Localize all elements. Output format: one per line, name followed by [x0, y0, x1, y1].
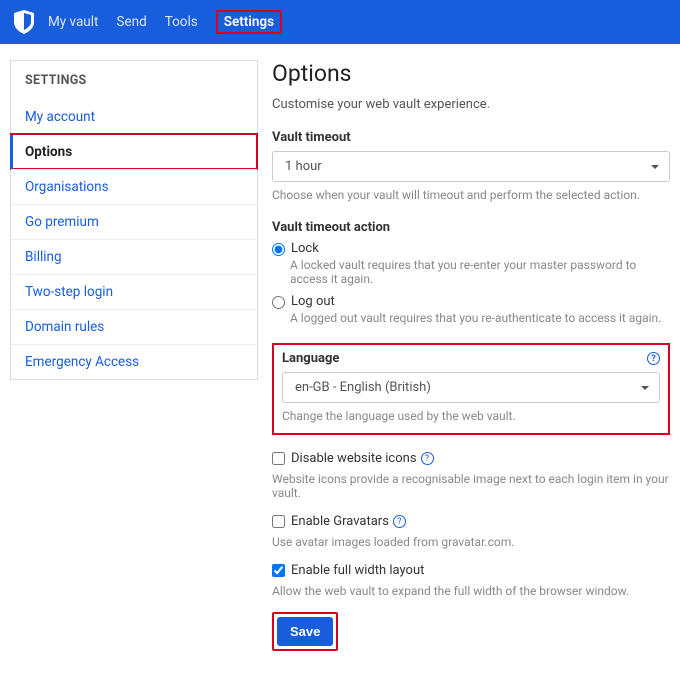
full-width-label: Enable full width layout [291, 563, 424, 578]
language-section: Language ? en-GB - English (British) Cha… [272, 343, 670, 435]
gravatars-checkbox[interactable] [272, 515, 285, 528]
save-highlight: Save [272, 612, 338, 651]
nav-tools[interactable]: Tools [165, 14, 198, 30]
sidebar-item-emergency-access[interactable]: Emergency Access [11, 344, 257, 379]
help-icon[interactable]: ? [647, 352, 660, 365]
vault-timeout-action-label: Vault timeout action [272, 220, 670, 235]
vault-timeout-action-section: Vault timeout action Lock A locked vault… [272, 220, 670, 325]
full-width-help: Allow the web vault to expand the full w… [272, 584, 670, 598]
sidebar-item-options[interactable]: Options [11, 134, 257, 169]
sidebar-list: My account Options Organisations Go prem… [10, 100, 258, 380]
help-icon[interactable]: ? [421, 452, 434, 465]
radio-logout-label: Log out [291, 294, 335, 309]
disable-icons-section: Disable website icons ? Website icons pr… [272, 451, 670, 500]
sidebar-item-my-account[interactable]: My account [11, 100, 257, 134]
language-help: Change the language used by the web vaul… [282, 409, 660, 423]
app-logo [14, 10, 34, 34]
vault-timeout-label: Vault timeout [272, 130, 670, 145]
sidebar-item-domain-rules[interactable]: Domain rules [11, 309, 257, 344]
vault-timeout-section: Vault timeout 1 hour Choose when your va… [272, 130, 670, 202]
nav-settings[interactable]: Settings [216, 10, 282, 34]
save-button[interactable]: Save [277, 617, 333, 646]
radio-lock[interactable] [272, 243, 285, 256]
vault-timeout-help: Choose when your vault will timeout and … [272, 188, 670, 202]
nav-send[interactable]: Send [116, 14, 146, 30]
language-label: Language [282, 351, 339, 366]
page-subtitle: Customise your web vault experience. [272, 97, 670, 112]
sidebar-title: SETTINGS [10, 60, 258, 100]
full-width-checkbox[interactable] [272, 564, 285, 577]
disable-icons-help: Website icons provide a recognisable ima… [272, 472, 670, 500]
radio-lock-help: A locked vault requires that you re-ente… [290, 258, 670, 286]
nav-my-vault[interactable]: My vault [48, 14, 98, 30]
page-title: Options [272, 60, 670, 87]
disable-icons-checkbox[interactable] [272, 452, 285, 465]
disable-icons-label: Disable website icons [291, 451, 417, 466]
help-icon[interactable]: ? [393, 515, 406, 528]
radio-lock-label: Lock [291, 241, 319, 256]
vault-timeout-select[interactable]: 1 hour [272, 151, 670, 182]
main-content: Options Customise your web vault experie… [272, 60, 670, 651]
sidebar-item-go-premium[interactable]: Go premium [11, 204, 257, 239]
top-nav: My vault Send Tools Settings [0, 0, 680, 44]
gravatars-section: Enable Gravatars ? Use avatar images loa… [272, 514, 670, 549]
language-select[interactable]: en-GB - English (British) [282, 372, 660, 403]
settings-sidebar: SETTINGS My account Options Organisation… [10, 60, 258, 651]
gravatars-label: Enable Gravatars [291, 514, 389, 529]
full-width-section: Enable full width layout Allow the web v… [272, 563, 670, 598]
sidebar-item-organisations[interactable]: Organisations [11, 169, 257, 204]
radio-logout-help: A logged out vault requires that you re-… [290, 311, 670, 325]
radio-logout[interactable] [272, 296, 285, 309]
sidebar-item-billing[interactable]: Billing [11, 239, 257, 274]
gravatars-help: Use avatar images loaded from gravatar.c… [272, 535, 670, 549]
sidebar-item-two-step-login[interactable]: Two-step login [11, 274, 257, 309]
page-body: SETTINGS My account Options Organisation… [0, 44, 680, 681]
